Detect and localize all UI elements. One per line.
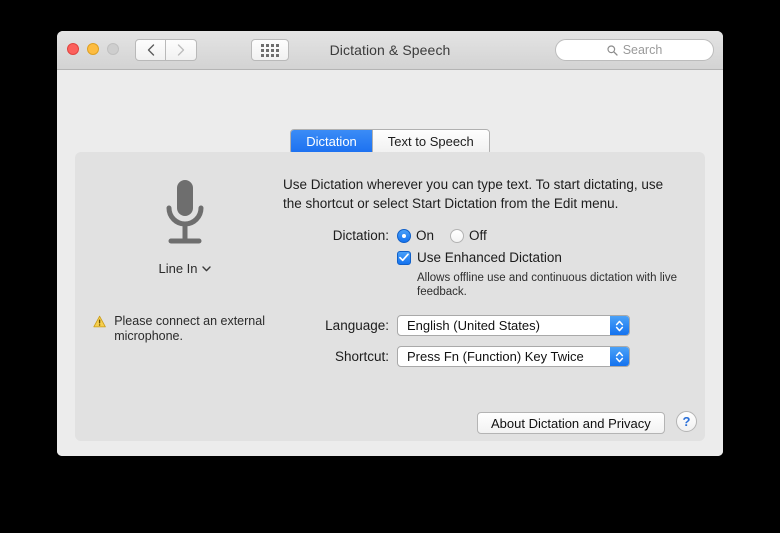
warning-triangle-icon: [93, 315, 106, 328]
enhanced-dictation-note: Allows offline use and continuous dictat…: [417, 272, 677, 298]
dictation-radio-on[interactable]: On: [397, 228, 434, 243]
microphone-warning: Please connect an external microphone.: [93, 314, 298, 344]
language-stepper-arrows[interactable]: [610, 316, 629, 335]
tab-dictation[interactable]: Dictation: [291, 130, 372, 154]
dictation-label: Dictation:: [332, 228, 389, 243]
window-titlebar: Dictation & Speech Search: [57, 31, 723, 70]
language-label: Language:: [325, 318, 389, 333]
search-placeholder: Search: [622, 43, 663, 57]
help-button[interactable]: ?: [676, 411, 697, 432]
checkbox-checked-indicator: [397, 250, 411, 265]
shortcut-value: Press Fn (Function) Key Twice: [407, 349, 584, 364]
microphone-icon: [166, 180, 203, 244]
enhanced-dictation-label: Use Enhanced Dictation: [417, 250, 562, 265]
microphone-source-dropdown[interactable]: Line In: [158, 261, 211, 276]
shortcut-row: Shortcut: Press Fn (Function) Key Twice: [301, 346, 630, 367]
tab-text-to-speech[interactable]: Text to Speech: [371, 130, 489, 154]
search-input[interactable]: Search: [555, 39, 714, 61]
chevron-up-down-icon: [615, 320, 624, 331]
microphone-source-label: Line In: [158, 261, 198, 276]
dictation-intro-text: Use Dictation wherever you can type text…: [283, 177, 664, 211]
shortcut-dropdown[interactable]: Press Fn (Function) Key Twice: [397, 346, 630, 367]
microphone-column: Line In Please connect an external micro…: [77, 178, 292, 343]
dictation-off-label: Off: [469, 228, 487, 243]
checkmark-icon: [399, 253, 409, 262]
search-icon: [607, 44, 618, 56]
window-content: Dictation Text to Speech Line In Please …: [57, 70, 723, 456]
dictation-on-label: On: [416, 228, 435, 243]
chevron-up-down-icon: [615, 351, 624, 362]
screen: Dictation & Speech Search Dictation Text…: [0, 0, 780, 533]
language-row: Language: English (United States): [301, 315, 630, 336]
radio-off-indicator: [450, 228, 465, 243]
settings-panel: Line In Please connect an external micro…: [75, 152, 705, 441]
shortcut-stepper-arrows[interactable]: [610, 347, 629, 366]
dictation-speech-window: Dictation & Speech Search Dictation Text…: [57, 31, 723, 456]
language-value: English (United States): [407, 318, 540, 333]
shortcut-label: Shortcut:: [334, 349, 389, 364]
enhanced-dictation-checkbox[interactable]: Use Enhanced Dictation: [397, 250, 562, 265]
chevron-down-icon: [201, 265, 211, 271]
dictation-toggle-row: Dictation: On Off: [301, 228, 503, 243]
about-dictation-privacy-button[interactable]: About Dictation and Privacy: [477, 412, 665, 434]
radio-on-indicator: [397, 228, 411, 243]
microphone-warning-text: Please connect an external microphone.: [114, 314, 265, 343]
dictation-radio-off[interactable]: Off: [450, 228, 487, 243]
language-dropdown[interactable]: English (United States): [397, 315, 630, 336]
